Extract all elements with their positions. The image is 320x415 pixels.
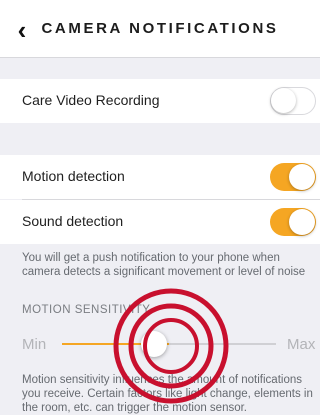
sound-detection-row: Sound detection <box>0 200 320 244</box>
care-video-recording-row: Care Video Recording <box>0 79 320 123</box>
page-title: CAMERA NOTIFICATIONS <box>41 20 279 37</box>
slider-min-label: Min <box>22 336 47 353</box>
nav-header: ‹ CAMERA NOTIFICATIONS <box>0 0 320 58</box>
toggle-knob <box>289 209 315 235</box>
motion-detection-label: Motion detection <box>22 168 125 184</box>
motion-detection-toggle[interactable] <box>270 163 316 191</box>
sound-detection-label: Sound detection <box>22 213 124 229</box>
care-video-recording-label: Care Video Recording <box>22 92 160 108</box>
care-video-recording-toggle[interactable] <box>270 87 316 115</box>
slider-max-label: Max <box>287 336 316 353</box>
sound-detection-toggle[interactable] <box>270 208 316 236</box>
motion-detection-row: Motion detection <box>0 155 320 199</box>
toggle-knob <box>289 164 315 190</box>
target-highlight-icon <box>113 288 229 404</box>
toggle-knob <box>271 88 296 113</box>
push-notification-note: You will get a push notification to your… <box>22 252 306 278</box>
